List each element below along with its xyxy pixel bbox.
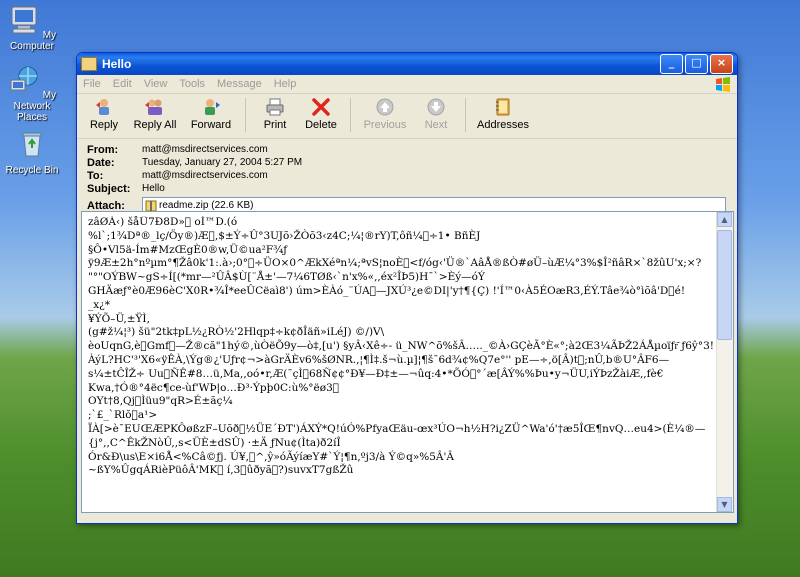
- menu-bar: File Edit View Tools Message Help: [77, 75, 737, 94]
- delete-button[interactable]: Delete: [298, 96, 344, 131]
- attachment-name[interactable]: readme.zip (22.6 KB): [159, 200, 254, 211]
- desktop-icon-recycle-bin[interactable]: Recycle Bin: [0, 128, 64, 176]
- to-label: To:: [87, 169, 104, 182]
- arrow-up-icon: [376, 98, 394, 116]
- previous-button[interactable]: Previous: [357, 96, 413, 131]
- desktop-icon-my-computer[interactable]: My Computer: [0, 4, 64, 52]
- scroll-thumb[interactable]: [717, 230, 732, 340]
- menu-message[interactable]: Message: [217, 78, 262, 90]
- menu-file[interactable]: File: [83, 78, 101, 90]
- title-bar[interactable]: Hello _ □ ×: [77, 53, 737, 75]
- recycle-bin-icon: [22, 132, 42, 157]
- forward-label: Forward: [190, 119, 232, 131]
- delete-label: Delete: [305, 119, 337, 131]
- date-label: Date:: [87, 156, 115, 169]
- menu-help[interactable]: Help: [274, 78, 297, 90]
- envelope-icon: [81, 57, 97, 71]
- network-places-icon: [10, 66, 38, 91]
- minimize-button[interactable]: _: [660, 54, 683, 74]
- attach-label: Attach:: [87, 199, 125, 212]
- next-button[interactable]: Next: [413, 96, 459, 131]
- header-to: To: matt@msdirectservices.com: [87, 169, 731, 182]
- from-label: From:: [87, 143, 119, 156]
- print-label: Print: [263, 119, 287, 131]
- next-label: Next: [424, 119, 448, 131]
- arrow-down-icon: [427, 98, 445, 116]
- menu-view[interactable]: View: [144, 78, 168, 90]
- message-body[interactable]: zâØÀ‹) šåÛ7Ð8D»  oÍ™D.(ó %l`;1¾Dª®_lç/Öy…: [88, 216, 716, 508]
- previous-label: Previous: [363, 119, 407, 131]
- address-book-icon: [496, 98, 510, 116]
- vertical-scrollbar[interactable]: ▲ ▼: [716, 212, 733, 512]
- printer-icon: [266, 98, 284, 116]
- subject-label: Subject:: [87, 182, 131, 195]
- computer-icon: [11, 6, 37, 34]
- window-title: Hello: [102, 57, 132, 71]
- header-subject: Subject: Hello: [87, 182, 731, 195]
- delete-icon: [312, 98, 330, 116]
- reply-label: Reply: [89, 119, 119, 131]
- forward-button[interactable]: Forward: [183, 96, 239, 131]
- menu-tools[interactable]: Tools: [179, 78, 205, 90]
- subject-value: Hello: [142, 183, 165, 194]
- addresses-button[interactable]: Addresses: [472, 96, 534, 131]
- from-value: matt@msdirectservices.com: [142, 144, 268, 155]
- toolbar-separator: [350, 98, 351, 132]
- toolbar-separator: [245, 98, 246, 132]
- windows-flag-icon: [716, 77, 730, 92]
- message-window: Hello _ □ × File Edit View Tools Message…: [76, 52, 738, 524]
- print-button[interactable]: Print: [252, 96, 298, 131]
- desktop-icon-my-network-places[interactable]: My Network Places: [0, 64, 64, 123]
- message-body-pane[interactable]: zâØÀ‹) šåÛ7Ð8D»  oÍ™D.(ó %l`;1¾Dª®_lç/Öy…: [81, 211, 734, 513]
- header-date: Date: Tuesday, January 27, 2004 5:27 PM: [87, 156, 731, 169]
- maximize-button[interactable]: □: [685, 54, 708, 74]
- scroll-up-arrow[interactable]: ▲: [717, 212, 732, 227]
- desktop-icon-label: Recycle Bin: [5, 165, 59, 176]
- reply-all-button[interactable]: Reply All: [127, 96, 183, 131]
- reply-all-icon: [145, 99, 162, 115]
- reply-button[interactable]: Reply: [81, 96, 127, 131]
- scroll-down-arrow[interactable]: ▼: [717, 497, 732, 512]
- date-value: Tuesday, January 27, 2004 5:27 PM: [142, 157, 303, 168]
- toolbar: Reply Reply All Forward Print Delete Pre…: [77, 94, 737, 139]
- close-button[interactable]: ×: [710, 54, 733, 74]
- reply-all-label: Reply All: [133, 119, 177, 131]
- forward-icon: [205, 99, 220, 115]
- toolbar-separator: [465, 98, 466, 132]
- to-value: matt@msdirectservices.com: [142, 170, 268, 181]
- menu-edit[interactable]: Edit: [113, 78, 132, 90]
- message-headers: From: matt@msdirectservices.com Date: Tu…: [77, 139, 737, 216]
- header-from: From: matt@msdirectservices.com: [87, 143, 731, 156]
- reply-icon: [96, 99, 109, 115]
- zip-file-icon: [145, 200, 157, 211]
- addresses-label: Addresses: [477, 119, 529, 131]
